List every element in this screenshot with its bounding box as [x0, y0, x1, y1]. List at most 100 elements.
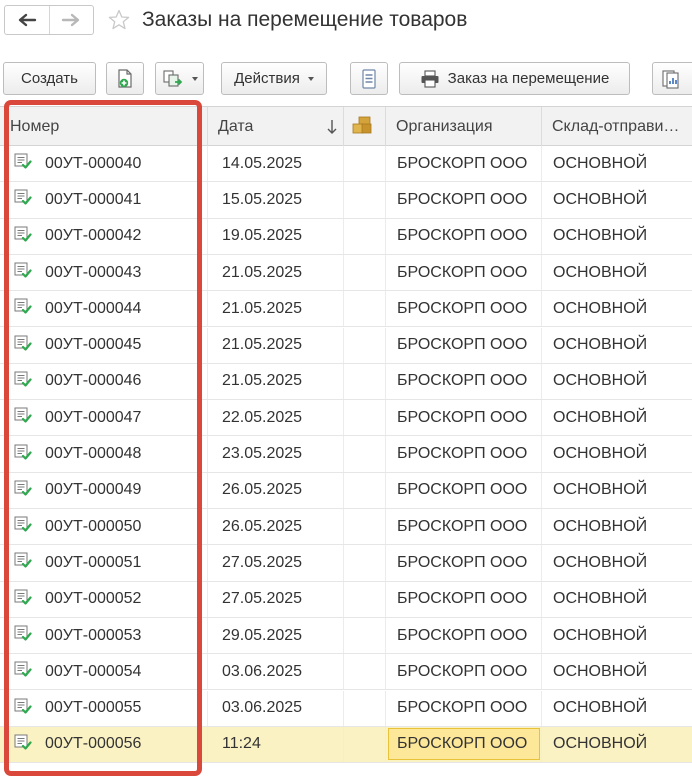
cell-organization[interactable]: БРОСКОРП ООО — [386, 182, 542, 218]
table-row[interactable]: 00УТ-000055 03.06.2025 БРОСКОРП ООО ОСНОВНО… — [0, 690, 692, 727]
cell-extra[interactable] — [344, 218, 386, 254]
cell-warehouse[interactable]: ОСНОВНОЙ — [542, 509, 692, 544]
table-row[interactable]: 00УТ-000048 23.05.2025 БРОСКОРП ООО ОСНОВНО… — [0, 436, 692, 473]
column-header-organization[interactable]: Организация — [386, 107, 542, 146]
actions-menu-button[interactable]: Действия — [221, 62, 327, 95]
favorite-star-button[interactable] — [107, 7, 131, 33]
cell-extra[interactable] — [344, 254, 386, 291]
list-settings-button[interactable] — [350, 62, 388, 95]
cell-warehouse[interactable]: ОСНОВНОЙ — [542, 436, 692, 471]
cell-warehouse[interactable]: ОСНОВНОЙ — [542, 400, 692, 435]
column-header-number[interactable]: Номер — [0, 107, 208, 146]
cell-organization[interactable]: БРОСКОРП ООО — [386, 146, 542, 182]
cell-number[interactable]: 00УТ-000044 — [0, 291, 208, 327]
cell-organization[interactable]: БРОСКОРП ООО — [386, 254, 542, 291]
cell-warehouse[interactable]: ОСНОВНОЙ — [542, 582, 692, 617]
create-copy-button[interactable] — [106, 62, 144, 95]
cell-warehouse[interactable]: ОСНОВНОЙ — [542, 364, 692, 399]
table-row[interactable]: 00УТ-000047 22.05.2025 БРОСКОРП ООО ОСНОВНО… — [0, 400, 692, 437]
cell-warehouse[interactable]: ОСНОВНОЙ — [542, 545, 692, 580]
cell-number[interactable]: 00УТ-000049 — [0, 472, 208, 508]
table-row[interactable]: 00УТ-000045 21.05.2025 БРОСКОРП ООО ОСНОВНО… — [0, 327, 692, 364]
cell-extra[interactable] — [344, 472, 386, 508]
cell-number[interactable]: 00УТ-000046 — [0, 363, 208, 400]
cell-extra[interactable] — [344, 146, 386, 182]
cell-date[interactable]: 21.05.2025 — [208, 327, 344, 363]
cell-date[interactable]: 27.05.2025 — [208, 545, 344, 581]
cell-warehouse[interactable]: ОСНОВНОЙ — [542, 473, 692, 508]
cell-organization[interactable]: БРОСКОРП ООО — [386, 327, 542, 363]
back-button[interactable] — [5, 6, 49, 34]
cell-date[interactable]: 21.05.2025 — [208, 363, 344, 400]
cell-organization[interactable]: БРОСКОРП ООО — [386, 218, 542, 254]
cell-extra[interactable] — [344, 617, 386, 654]
cell-date[interactable]: 03.06.2025 — [208, 690, 344, 726]
create-button[interactable]: Создать — [3, 62, 96, 95]
cell-date[interactable]: 26.05.2025 — [208, 509, 344, 545]
focused-cell[interactable]: БРОСКОРП ООО — [388, 728, 540, 761]
cell-number[interactable]: 00УТ-000051 — [0, 545, 208, 581]
cell-warehouse[interactable]: ОСНОВНОЙ — [542, 328, 692, 363]
cell-date[interactable]: 21.05.2025 — [208, 291, 344, 327]
cell-date[interactable]: 19.05.2025 — [208, 218, 344, 254]
cell-warehouse[interactable]: ОСНОВНОЙ — [542, 182, 692, 217]
reports-button[interactable] — [652, 62, 692, 95]
cell-warehouse[interactable]: ОСНОВНОЙ — [542, 654, 692, 689]
cell-organization[interactable]: БРОСКОРП ООО — [386, 617, 542, 654]
cell-organization[interactable]: БРОСКОРП ООО — [386, 654, 542, 690]
cell-date[interactable]: 11:24 — [208, 726, 344, 763]
table-row[interactable]: 00УТ-000052 27.05.2025 БРОСКОРП ООО ОСНОВНО… — [0, 581, 692, 618]
cell-organization[interactable]: БРОСКОРП ООО — [386, 581, 542, 617]
table-row[interactable]: 00УТ-000049 26.05.2025 БРОСКОРП ООО ОСНОВНО… — [0, 472, 692, 509]
cell-extra[interactable] — [344, 581, 386, 617]
cell-date[interactable]: 15.05.2025 — [208, 182, 344, 218]
cell-number[interactable]: 00УТ-000052 — [0, 581, 208, 617]
cell-extra[interactable] — [344, 291, 386, 327]
table-row[interactable]: 00УТ-000042 19.05.2025 БРОСКОРП ООО ОСНОВНО… — [0, 218, 692, 255]
cell-warehouse[interactable]: ОСНОВНОЙ — [542, 618, 692, 653]
cell-extra[interactable] — [344, 400, 386, 436]
table-row[interactable]: 00УТ-000041 15.05.2025 БРОСКОРП ООО ОСНОВНО… — [0, 182, 692, 219]
cell-warehouse[interactable]: ОСНОВНОЙ — [542, 219, 692, 254]
cell-organization[interactable]: БРОСКОРП ООО — [386, 726, 542, 763]
table-row[interactable]: 00УТ-000050 26.05.2025 БРОСКОРП ООО ОСНОВНО… — [0, 509, 692, 546]
cell-number[interactable]: 00УТ-000054 — [0, 654, 208, 690]
cell-warehouse[interactable]: ОСНОВНОЙ — [542, 146, 692, 181]
table-row[interactable]: 00УТ-000056 11:24 БРОСКОРП ООО ОСНОВНОЙ — [0, 726, 692, 764]
cell-date[interactable]: 26.05.2025 — [208, 472, 344, 508]
cell-date[interactable]: 22.05.2025 — [208, 400, 344, 436]
cell-extra[interactable] — [344, 182, 386, 218]
column-header-date[interactable]: Дата — [208, 107, 344, 146]
cell-date[interactable]: 21.05.2025 — [208, 254, 344, 291]
cell-date[interactable]: 14.05.2025 — [208, 146, 344, 182]
cell-date[interactable]: 29.05.2025 — [208, 617, 344, 654]
cell-extra[interactable] — [344, 327, 386, 363]
cell-organization[interactable]: БРОСКОРП ООО — [386, 436, 542, 472]
cell-number[interactable]: 00УТ-000056 — [0, 726, 208, 763]
cell-number[interactable]: 00УТ-000048 — [0, 436, 208, 472]
table-row[interactable]: 00УТ-000043 21.05.2025 БРОСКОРП ООО ОСНОВНО… — [0, 254, 692, 292]
cell-organization[interactable]: БРОСКОРП ООО — [386, 545, 542, 581]
cell-organization[interactable]: БРОСКОРП ООО — [386, 291, 542, 327]
cell-warehouse[interactable]: ОСНОВНОЙ — [542, 255, 692, 290]
create-based-on-button[interactable] — [155, 62, 204, 95]
cell-number[interactable]: 00УТ-000047 — [0, 400, 208, 436]
cell-date[interactable]: 03.06.2025 — [208, 654, 344, 690]
cell-extra[interactable] — [344, 545, 386, 581]
table-row[interactable]: 00УТ-000054 03.06.2025 БРОСКОРП ООО ОСНОВНО… — [0, 654, 692, 691]
cell-number[interactable]: 00УТ-000043 — [0, 254, 208, 291]
cell-date[interactable]: 23.05.2025 — [208, 436, 344, 472]
table-row[interactable]: 00УТ-000044 21.05.2025 БРОСКОРП ООО ОСНОВНО… — [0, 291, 692, 328]
cell-number[interactable]: 00УТ-000053 — [0, 617, 208, 654]
column-header-extra[interactable] — [344, 107, 386, 146]
cell-organization[interactable]: БРОСКОРП ООО — [386, 472, 542, 508]
table-row[interactable]: 00УТ-000051 27.05.2025 БРОСКОРП ООО ОСНОВНО… — [0, 545, 692, 582]
cell-extra[interactable] — [344, 690, 386, 726]
cell-date[interactable]: 27.05.2025 — [208, 581, 344, 617]
cell-organization[interactable]: БРОСКОРП ООО — [386, 509, 542, 545]
cell-warehouse[interactable]: ОСНОВНОЙ — [542, 727, 692, 762]
table-row[interactable]: 00УТ-000046 21.05.2025 БРОСКОРП ООО ОСНОВНО… — [0, 363, 692, 401]
cell-warehouse[interactable]: ОСНОВНОЙ — [542, 291, 692, 326]
table-row[interactable]: 00УТ-000040 14.05.2025 БРОСКОРП ООО ОСНОВНО… — [0, 146, 692, 183]
cell-extra[interactable] — [344, 436, 386, 472]
